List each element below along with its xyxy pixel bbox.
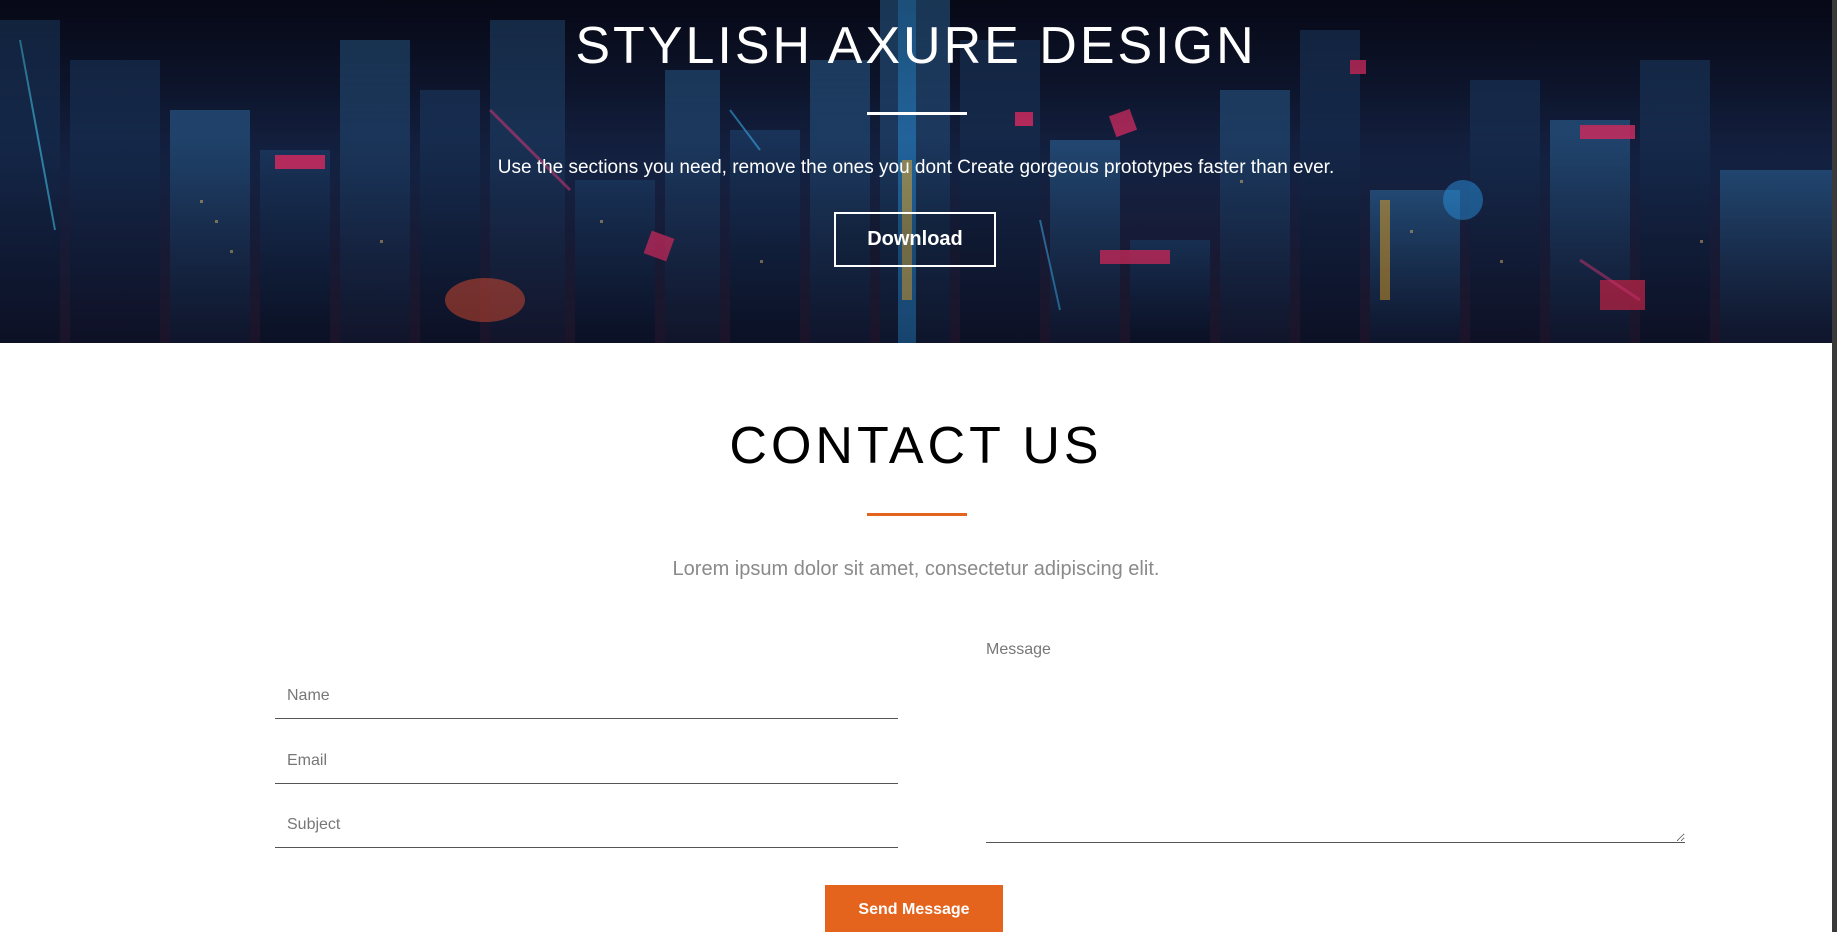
- contact-title: CONTACT US: [729, 417, 1103, 475]
- hero-subtitle: Use the sections you need, remove the on…: [497, 157, 1335, 178]
- email-input[interactable]: [275, 738, 898, 784]
- send-message-button[interactable]: Send Message: [825, 885, 1003, 932]
- name-input[interactable]: [275, 673, 898, 719]
- contact-subtitle: Lorem ipsum dolor sit amet, consectetur …: [672, 558, 1160, 580]
- hero-title: STYLISH AXURE DESIGN: [575, 17, 1257, 75]
- window-edge: [1832, 0, 1837, 932]
- page: STYLISH AXURE DESIGN Use the sections yo…: [0, 0, 1837, 932]
- subject-input[interactable]: [275, 802, 898, 848]
- hero-divider: [867, 112, 967, 115]
- hero-section: STYLISH AXURE DESIGN Use the sections yo…: [0, 0, 1837, 343]
- contact-divider: [867, 513, 967, 516]
- message-textarea[interactable]: [986, 639, 1685, 843]
- download-button[interactable]: Download: [834, 212, 996, 267]
- contact-section: CONTACT US Lorem ipsum dolor sit amet, c…: [0, 343, 1837, 932]
